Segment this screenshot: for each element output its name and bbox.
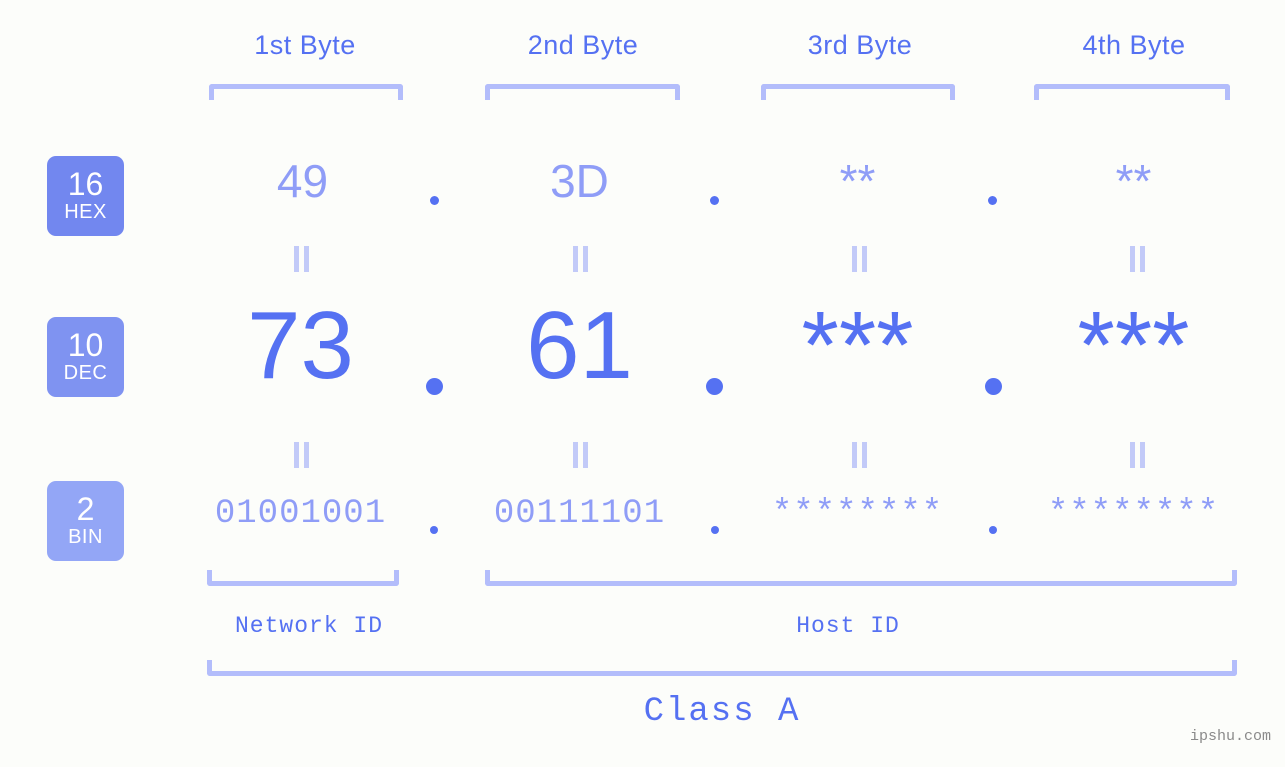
dec-value-byte-4: *** <box>1077 292 1190 399</box>
byte-bracket-top-2 <box>485 84 680 100</box>
dec-dot-separator-1 <box>426 378 443 395</box>
base-badge-bin-number: 2 <box>76 491 95 527</box>
base-badge-hex-number: 16 <box>67 166 104 202</box>
equals-connector-dec-bin-4 <box>1126 442 1148 468</box>
hex-value-byte-4: ** <box>1115 155 1152 207</box>
equals-connector-hex-dec-1 <box>290 246 312 272</box>
equals-connector-hex-dec-3 <box>848 246 870 272</box>
dec-value-byte-1: 73 <box>247 292 354 399</box>
bin-dot-separator-1 <box>430 526 438 534</box>
equals-connector-dec-bin-2 <box>569 442 591 468</box>
equals-connector-hex-dec-4 <box>1126 246 1148 272</box>
bin-value-byte-1: 01001001 <box>214 495 387 533</box>
dec-dot-separator-2 <box>706 378 723 395</box>
site-watermark: ipshu.com <box>1189 728 1271 745</box>
byte-bracket-top-3 <box>761 84 955 100</box>
hex-dot-separator-1 <box>430 196 439 205</box>
bin-value-byte-3: ******** <box>771 495 944 533</box>
base-badge-dec: 10 DEC <box>47 317 124 397</box>
class-label: Class A <box>643 693 801 731</box>
hex-value-byte-1: 49 <box>276 155 329 207</box>
hex-dot-separator-2 <box>710 196 719 205</box>
base-badge-dec-label: DEC <box>63 362 108 384</box>
hex-value-byte-3: ** <box>839 155 876 207</box>
bin-value-byte-2: 00111101 <box>493 495 666 533</box>
byte-bracket-top-4 <box>1034 84 1230 100</box>
equals-connector-dec-bin-1 <box>290 442 312 468</box>
network-id-bracket <box>207 570 399 586</box>
class-bracket <box>207 660 1237 676</box>
byte-header-2: 2nd Byte <box>527 30 639 60</box>
base-badge-hex-label: HEX <box>64 201 107 223</box>
host-id-bracket <box>485 570 1237 586</box>
dec-dot-separator-3 <box>985 378 1002 395</box>
equals-connector-hex-dec-2 <box>569 246 591 272</box>
base-badge-bin: 2 BIN <box>47 481 124 561</box>
bin-dot-separator-3 <box>989 526 997 534</box>
byte-bracket-top-1 <box>209 84 403 100</box>
hex-dot-separator-3 <box>988 196 997 205</box>
hex-value-byte-2: 3D <box>550 155 609 207</box>
ip-byte-breakdown-diagram: 1st Byte 2nd Byte 3rd Byte 4th Byte 16 H… <box>0 0 1285 767</box>
base-badge-bin-label: BIN <box>68 526 103 548</box>
byte-header-3: 3rd Byte <box>807 30 913 60</box>
byte-header-1: 1st Byte <box>254 30 356 60</box>
byte-header-4: 4th Byte <box>1082 30 1186 60</box>
host-id-label: Host ID <box>796 613 900 639</box>
base-badge-dec-number: 10 <box>67 327 104 363</box>
dec-value-byte-3: *** <box>801 292 914 399</box>
base-badge-hex: 16 HEX <box>47 156 124 236</box>
equals-connector-dec-bin-3 <box>848 442 870 468</box>
bin-dot-separator-2 <box>711 526 719 534</box>
dec-value-byte-2: 61 <box>526 292 633 399</box>
bin-value-byte-4: ******** <box>1047 495 1220 533</box>
network-id-label: Network ID <box>234 613 384 639</box>
